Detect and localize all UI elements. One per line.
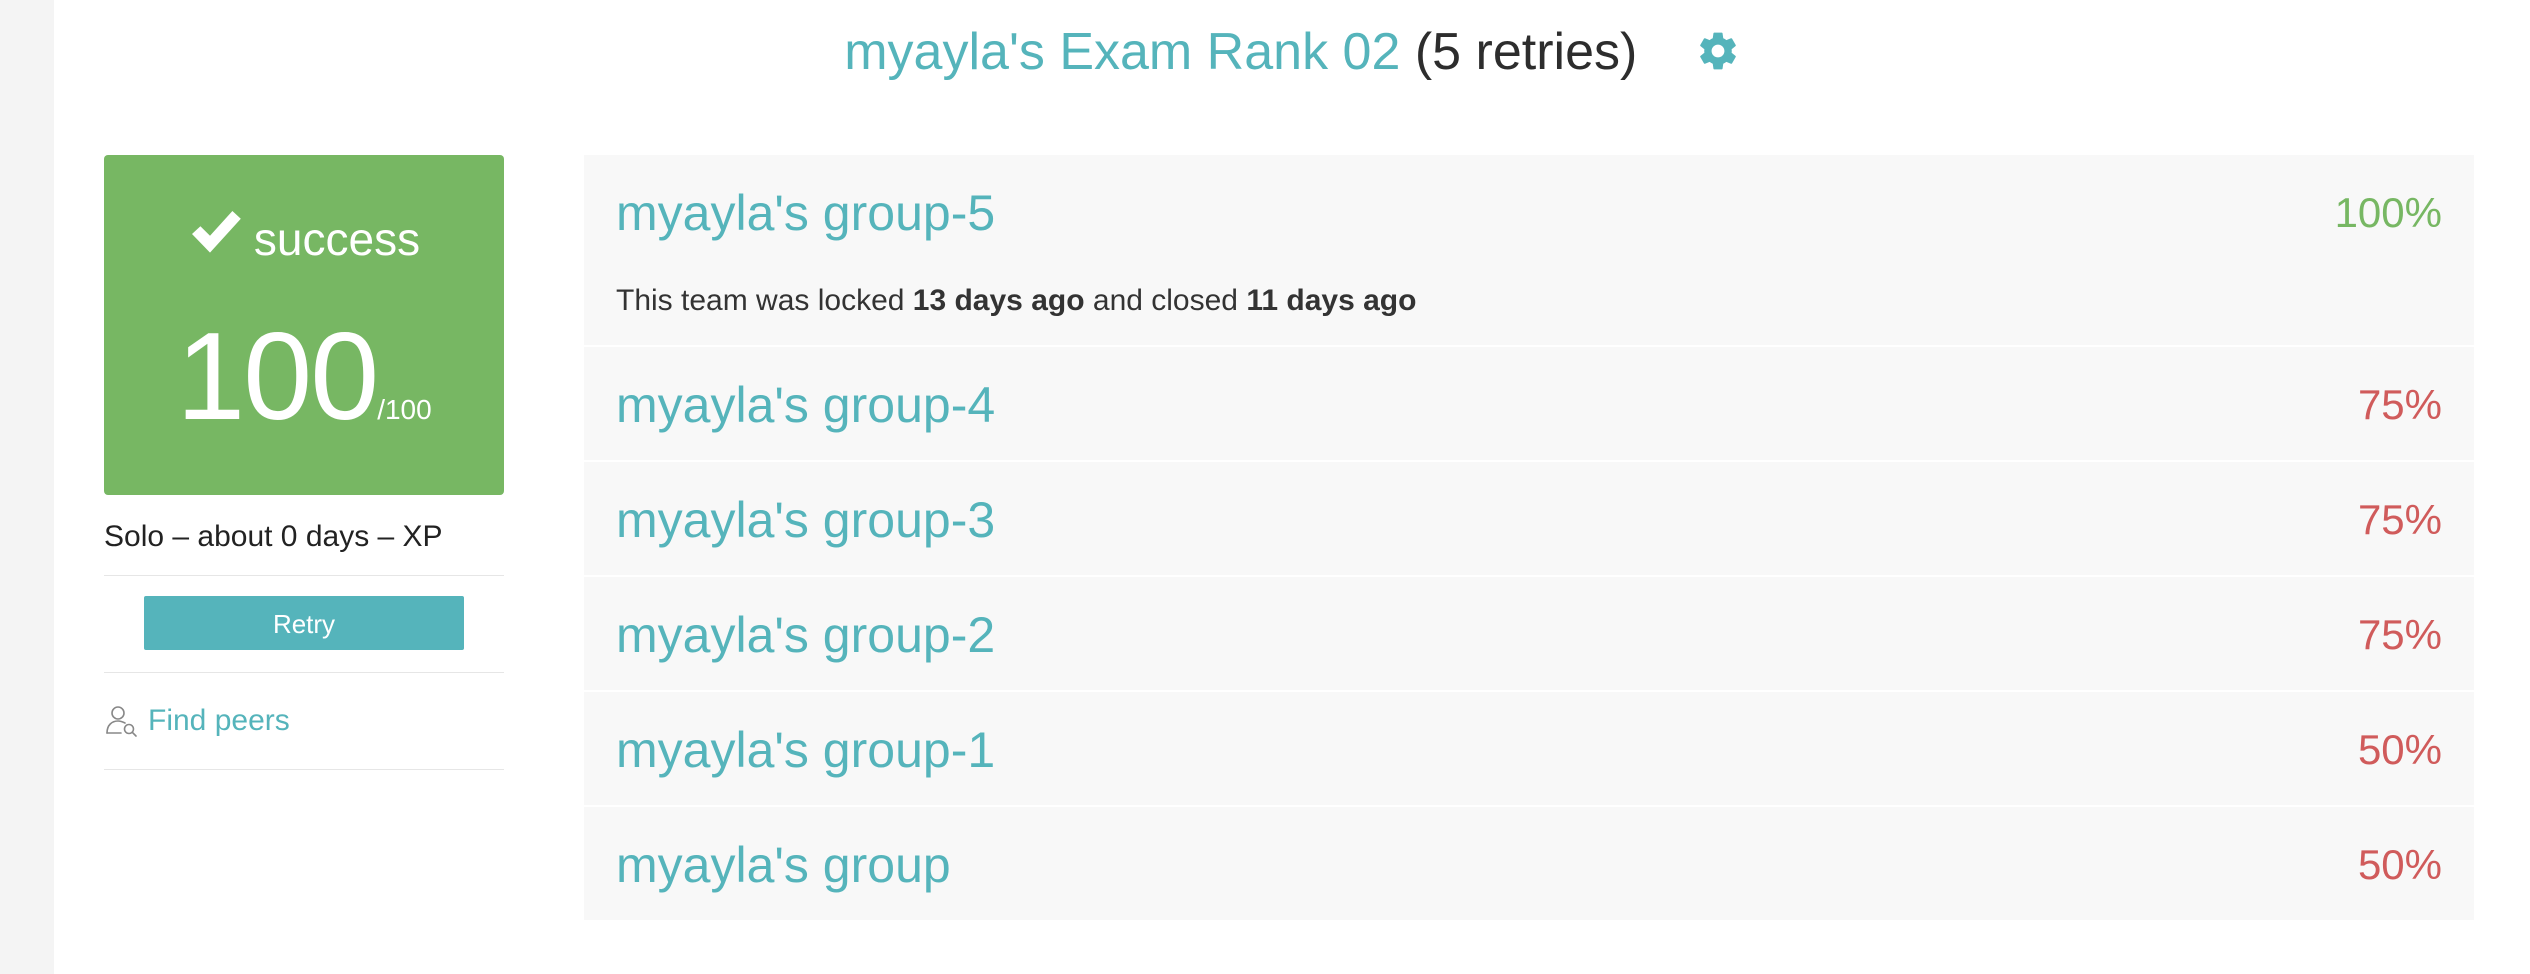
team-row: myayla's group-5 100% This team was lock… xyxy=(584,155,2474,347)
page-title: myayla's Exam Rank 02 (5 retries) xyxy=(54,14,2530,90)
team-name-link[interactable]: myayla's group-3 xyxy=(616,490,995,550)
team-row: myayla's group-4 75% xyxy=(584,347,2474,462)
team-score: 75% xyxy=(2357,496,2442,543)
team-name-link[interactable]: myayla's group xyxy=(616,835,951,895)
team-name-link[interactable]: myayla's group-2 xyxy=(616,605,995,665)
retries-count: (5 retries) xyxy=(1414,23,1638,81)
team-score: 75% xyxy=(2357,611,2442,658)
score-card: success 100/100 xyxy=(104,155,504,495)
team-name-link[interactable]: myayla's group-1 xyxy=(616,720,995,780)
score: 100/100 xyxy=(104,307,504,447)
score-max: /100 xyxy=(377,394,432,425)
team-row: myayla's group-2 75% xyxy=(584,577,2474,692)
retry-button[interactable]: Retry xyxy=(144,596,464,650)
team-row: myayla's group 50% xyxy=(584,807,2474,920)
team-score: 50% xyxy=(2357,841,2442,888)
gear-icon[interactable] xyxy=(1696,29,1740,73)
team-row: myayla's group-3 75% xyxy=(584,462,2474,577)
find-peers-row: Find peers xyxy=(104,673,504,770)
score-value: 100 xyxy=(176,308,379,446)
page: myayla's Exam Rank 02 (5 retries) succes… xyxy=(54,0,2530,974)
note-prefix: This team was locked xyxy=(616,284,913,317)
status-line: success xyxy=(104,207,504,267)
team-score: 100% xyxy=(2334,189,2442,236)
project-meta: Solo – about 0 days – XP xyxy=(104,517,504,576)
exam-title: myayla's Exam Rank 02 xyxy=(844,23,1401,81)
person-search-icon xyxy=(104,703,140,739)
check-icon xyxy=(188,207,244,257)
team-row: myayla's group-1 50% xyxy=(584,692,2474,807)
team-name-link[interactable]: myayla's group-4 xyxy=(616,375,995,435)
note-middle: and closed xyxy=(1084,284,1247,317)
team-score: 50% xyxy=(2357,726,2442,773)
closed-time: 11 days ago xyxy=(1246,284,1417,317)
locked-time: 13 days ago xyxy=(912,284,1085,317)
status-text: success xyxy=(253,213,421,265)
team-status-note: This team was locked 13 days ago and clo… xyxy=(616,281,1416,321)
find-peers-link[interactable]: Find peers xyxy=(148,704,290,738)
retry-section: Retry xyxy=(104,576,504,673)
team-name-link[interactable]: myayla's group-5 xyxy=(616,183,995,243)
teams-list: myayla's group-5 100% This team was lock… xyxy=(584,155,2474,920)
team-score: 75% xyxy=(2357,381,2442,428)
exam-summary: success 100/100 Solo – about 0 days – XP… xyxy=(104,155,504,770)
